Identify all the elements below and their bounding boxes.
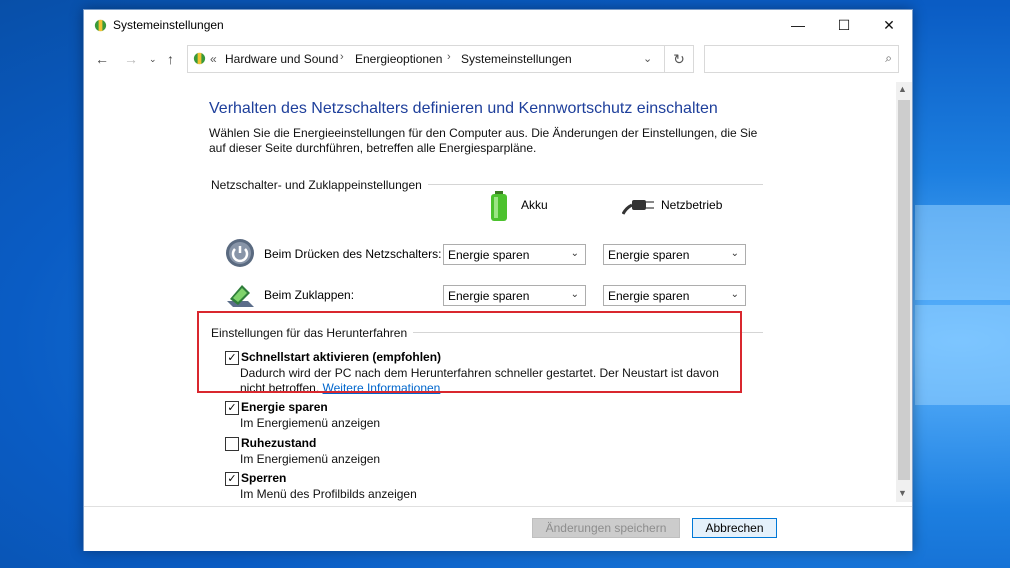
up-arrow-icon[interactable]: ↑	[167, 51, 174, 67]
hibernate-desc: Im Energiemenü anzeigen	[240, 452, 381, 466]
lid-battery-select[interactable]: Energie sparen ⌄	[443, 285, 586, 306]
recent-chevron-icon[interactable]: ⌄	[149, 54, 157, 65]
crumb-energieoptionen[interactable]: Energieoptionen	[355, 52, 442, 66]
chevron-down-icon: ⌄	[730, 289, 739, 300]
chevron-down-icon: ⌄	[570, 248, 579, 259]
lock-checkbox[interactable]: ✓	[225, 472, 239, 486]
chevron-down-icon: ⌄	[570, 289, 579, 300]
back-arrow-icon[interactable]: ←	[95, 51, 109, 67]
page-description: Wählen Sie die Energieeinstellungen für …	[209, 126, 758, 155]
address-bar: ← → ⌄ ↑ « Hardware und Sound › Energieop…	[84, 44, 912, 74]
scroll-down-icon[interactable]: ▼	[898, 488, 907, 498]
power-plug-icon	[622, 200, 654, 215]
vertical-scrollbar[interactable]: ▲ ▼	[896, 82, 912, 502]
crumb-systemeinstellungen[interactable]: Systemeinstellungen	[461, 52, 572, 66]
power-button-icon	[226, 239, 254, 267]
lid-plugged-select[interactable]: Energie sparen ⌄	[603, 285, 746, 306]
power-button-battery-select[interactable]: Energie sparen ⌄	[443, 244, 586, 265]
lid-row-label: Beim Zuklappen:	[264, 288, 355, 302]
desktop-windows-logo	[910, 205, 1010, 505]
crumb-separator-icon[interactable]: ›	[447, 51, 451, 63]
main-content: Verhalten des Netzschalters definieren u…	[84, 76, 896, 506]
sleep-desc: Im Energiemenü anzeigen	[240, 416, 381, 430]
control-panel-icon	[193, 52, 206, 65]
crumb-separator-icon[interactable]: ›	[340, 51, 344, 63]
cancel-button[interactable]: Abbrechen	[692, 518, 777, 538]
address-field[interactable]: « Hardware und Sound › Energieoptionen ›…	[187, 45, 665, 73]
hibernate-title: Ruhezustand	[241, 436, 317, 450]
save-changes-button[interactable]: Änderungen speichern	[532, 518, 680, 538]
window-title: Systemeinstellungen	[113, 18, 224, 32]
control-panel-icon	[94, 19, 107, 32]
highlight-box	[197, 311, 742, 393]
title-bar: Systemeinstellungen — ☐ ✕	[84, 10, 912, 40]
hibernate-checkbox[interactable]	[225, 437, 239, 451]
refresh-button[interactable]: ↻	[664, 45, 694, 73]
crumb-hardware[interactable]: Hardware und Sound	[225, 52, 338, 66]
search-icon: ⌕	[885, 51, 892, 65]
select-value: Energie sparen	[608, 289, 690, 303]
page-heading: Verhalten des Netzschalters definieren u…	[209, 100, 718, 117]
maximize-button[interactable]: ☐	[821, 10, 867, 40]
refresh-icon: ↻	[673, 51, 685, 67]
power-group-title: Netzschalter- und Zuklappeinstellungen	[211, 178, 428, 192]
sleep-title: Energie sparen	[241, 400, 328, 414]
select-value: Energie sparen	[608, 248, 690, 262]
forward-arrow-icon[interactable]: →	[124, 51, 138, 67]
select-value: Energie sparen	[448, 289, 530, 303]
footer-bar: Änderungen speichern Abbrechen	[84, 506, 912, 551]
close-button[interactable]: ✕	[866, 10, 912, 40]
select-value: Energie sparen	[448, 248, 530, 262]
minimize-button[interactable]: —	[775, 10, 821, 40]
settings-window: Systemeinstellungen — ☐ ✕ ← → ⌄ ↑ « Hard…	[83, 9, 913, 551]
power-button-row-label: Beim Drücken des Netzschalters:	[264, 247, 442, 261]
battery-column-label: Akku	[521, 198, 548, 212]
laptop-lid-icon	[227, 285, 254, 307]
power-button-plugged-select[interactable]: Energie sparen ⌄	[603, 244, 746, 265]
lock-title: Sperren	[241, 471, 287, 485]
search-input[interactable]: ⌕	[704, 45, 899, 73]
plugged-column-label: Netzbetrieb	[661, 198, 723, 212]
lock-desc: Im Menü des Profilbilds anzeigen	[240, 487, 417, 501]
scroll-up-icon[interactable]: ▲	[898, 84, 907, 94]
overflow-crumb[interactable]: «	[210, 52, 217, 66]
address-dropdown-icon[interactable]: ⌄	[643, 52, 652, 65]
scrollbar-thumb[interactable]	[898, 100, 910, 480]
battery-icon	[491, 191, 507, 221]
sleep-checkbox[interactable]: ✓	[225, 401, 239, 415]
chevron-down-icon: ⌄	[730, 248, 739, 259]
